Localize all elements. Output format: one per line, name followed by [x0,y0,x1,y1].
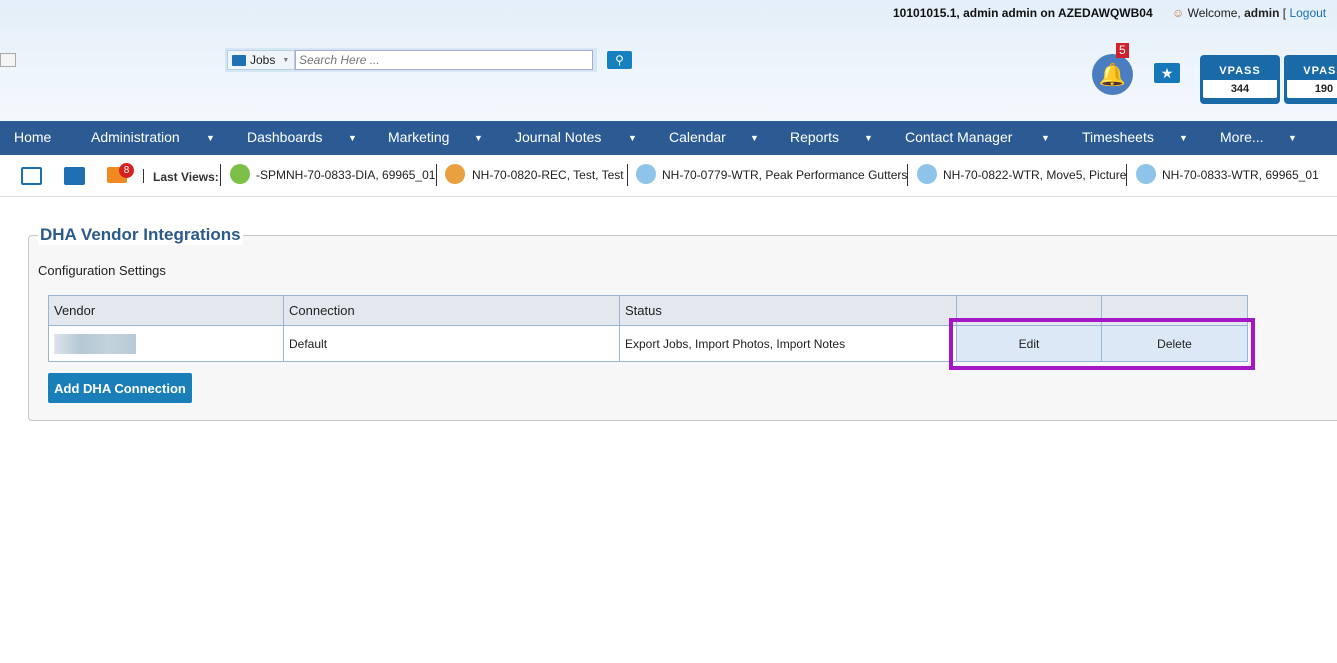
divider [143,169,144,183]
nav-marketing[interactable]: Marketing [388,129,449,145]
dia-icon [230,164,250,184]
nav-home[interactable]: Home [14,129,51,145]
vpass-count: 190 [1287,80,1337,98]
chevron-down-icon[interactable]: ▼ [628,133,637,143]
nav-contact-manager[interactable]: Contact Manager [905,129,1012,145]
divider [1126,164,1127,186]
system-info: 10101015.1, admin admin on AZEDAWQWB04 [893,6,1153,20]
column-header: Status [619,295,957,326]
vpass-count: 344 [1203,80,1277,98]
folder-badge: 8 [119,163,134,178]
main-nav: Home Administration ▼ Dashboards ▼ Marketi… [0,121,1337,155]
search-input[interactable] [295,50,593,70]
search-category-label: Jobs [250,53,276,67]
chevron-down-icon[interactable]: ▼ [1179,133,1188,143]
favorites-button[interactable]: ★ [1154,63,1180,83]
chevron-down-icon[interactable]: ▼ [206,133,215,143]
chevron-down-icon[interactable]: ▼ [348,133,357,143]
water-icon [636,164,656,184]
chevron-down-icon[interactable]: ▼ [864,133,873,143]
chevron-down-icon[interactable]: ▼ [750,133,759,143]
nav-administration[interactable]: Administration [91,129,180,145]
add-dha-connection-button[interactable]: Add DHA Connection [48,373,192,403]
vendor-cell [48,325,284,362]
logout-link[interactable]: Logout [1289,6,1326,20]
rec-icon [445,164,465,184]
star-icon: ★ [1160,65,1174,81]
recent-view-link[interactable]: NH-70-0820-REC, Test, Test [472,168,624,182]
vpass-widget[interactable]: VPASS 344 [1200,55,1280,104]
notification-badge: 5 [1116,43,1129,58]
water-icon [917,164,937,184]
welcome-area: ☺ Welcome, admin [ Logout [1172,6,1326,20]
open-folder-icon[interactable] [64,167,85,185]
redacted-vendor [54,333,136,354]
search-category-select[interactable]: Jobs ▼ [227,50,295,70]
divider [436,164,437,186]
divider [627,164,628,186]
quick-toolbar: 8 Last Views: -SPMNH-70-0833-DIA, 69965_… [0,155,1337,197]
vpass-logo: VPASS [1303,65,1337,77]
water-icon [1136,164,1156,184]
header: 10101015.1, admin admin on AZEDAWQWB04 ☺… [0,0,1337,121]
chevron-down-icon[interactable]: ▼ [474,133,483,143]
bracket: [ [1279,6,1290,20]
notifications-button[interactable]: 🔔 [1092,54,1133,95]
new-job-icon[interactable] [21,167,42,185]
nav-timesheets[interactable]: Timesheets [1082,129,1154,145]
search-button[interactable]: ⚲ [607,51,632,69]
nav-calendar[interactable]: Calendar [669,129,726,145]
username: admin [1244,6,1280,20]
recent-view-link[interactable]: -SPMNH-70-0833-DIA, 69965_01 [256,168,435,182]
folder-icon [232,54,246,66]
column-header: Vendor [48,295,284,326]
recent-view-link[interactable]: NH-70-0779-WTR, Peak Performance Gutters [662,168,907,182]
divider [220,164,221,186]
vpass-widget[interactable]: VPASS 190 [1284,55,1337,104]
section-subtitle: Configuration Settings [38,263,166,278]
logo-image [0,53,16,67]
highlight-box [949,318,1255,370]
nav-journal-notes[interactable]: Journal Notes [515,129,601,145]
status-cell: Export Jobs, Import Photos, Import Notes [619,325,957,362]
nav-reports[interactable]: Reports [790,129,839,145]
search-icon: ⚲ [615,53,624,67]
bell-icon: 🔔 [1098,62,1127,87]
search-bar: Jobs ▼ [225,48,597,72]
welcome-text: Welcome, [1187,6,1245,20]
chevron-down-icon: ▼ [282,56,290,64]
nav-dashboards[interactable]: Dashboards [247,129,323,145]
vpass-logo: VPASS [1219,65,1261,77]
nav-more[interactable]: More... [1220,129,1264,145]
recent-view-link[interactable]: NH-70-0833-WTR, 69965_01 [1162,168,1319,182]
recent-view-link[interactable]: NH-70-0822-WTR, Move5, Picture [943,168,1126,182]
chevron-down-icon[interactable]: ▼ [1288,133,1297,143]
divider [907,164,908,186]
column-header: Connection [283,295,620,326]
connection-cell: Default [283,325,620,362]
last-views-label: Last Views: [153,170,219,184]
page-title: DHA Vendor Integrations [38,225,243,245]
user-icon: ☺ [1172,6,1185,20]
chevron-down-icon[interactable]: ▼ [1041,133,1050,143]
